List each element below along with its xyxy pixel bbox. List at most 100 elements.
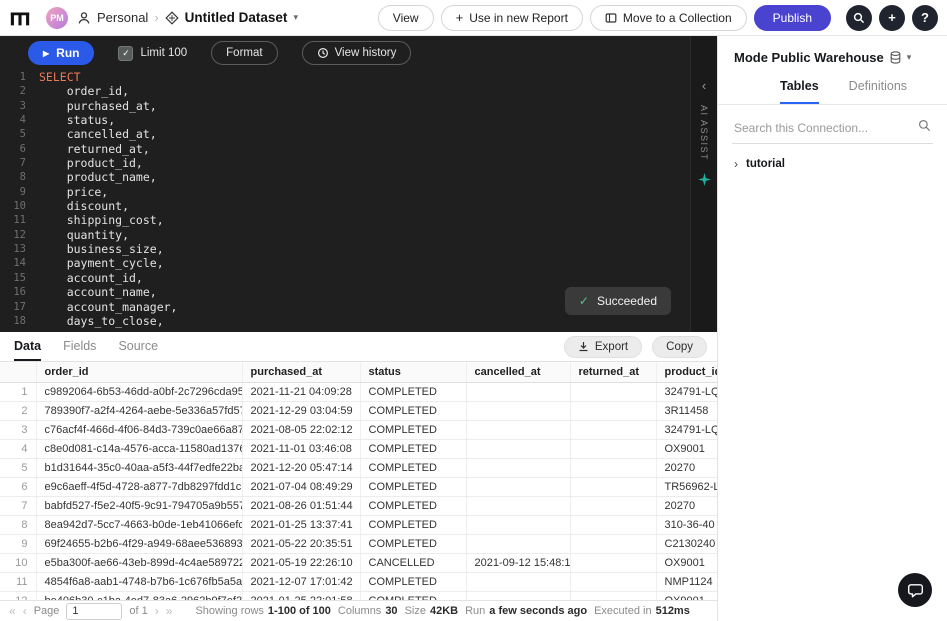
cell-product-id[interactable]: 324791-LQ (656, 420, 717, 440)
code-text[interactable]: payment_cycle, (39, 256, 164, 270)
help-button[interactable]: ? (912, 4, 938, 31)
cell-purchased-at[interactable]: 2021-01-25 13:37:41 (242, 515, 361, 535)
cell-purchased-at[interactable]: 2021-11-21 04:09:28 (242, 382, 361, 402)
cell-cancelled-at[interactable] (466, 420, 571, 440)
code-text[interactable]: business_size, (39, 242, 164, 256)
table-row[interactable]: 1 c9892064-6b53-46dd-a0bf-2c7296cda952 202… (0, 382, 717, 402)
row-number[interactable]: 9 (0, 534, 37, 554)
cell-product-id[interactable]: 20270 (656, 458, 717, 478)
code-line[interactable]: 6 returned_at, (0, 142, 690, 156)
table-row[interactable]: 12be406b30-c1ba-4ed7-83a6-2962b9f7ef2d20… (0, 591, 717, 600)
cell-status[interactable]: COMPLETED (360, 477, 467, 497)
code-text[interactable]: account_name, (39, 285, 157, 299)
col-header-product-id[interactable]: product_id (656, 362, 717, 383)
cell-status[interactable]: COMPLETED (360, 496, 467, 516)
cell-purchased-at[interactable]: 2021-12-20 05:47:14 (242, 458, 361, 478)
cell-status[interactable]: CANCELLED (360, 553, 467, 573)
tab-definitions[interactable]: Definitions (849, 79, 907, 104)
row-number[interactable]: 6 (0, 477, 37, 497)
cell-purchased-at[interactable]: 2021-01-25 22:01:58 (242, 591, 361, 600)
col-header-order-id[interactable]: order_id (36, 362, 243, 383)
search-button[interactable] (846, 4, 872, 31)
run-button[interactable]: ▶ Run (28, 41, 95, 65)
last-page-icon[interactable]: » (166, 604, 173, 618)
code-text[interactable]: cancelled_at, (39, 127, 157, 141)
code-line[interactable]: 13 business_size, (0, 242, 690, 256)
cell-returned-at[interactable] (570, 458, 657, 478)
cell-status[interactable]: COMPLETED (360, 515, 467, 535)
table-row[interactable]: 3 c76acf4f-466d-4f06-84d3-739c0ae66a87 202… (0, 420, 717, 440)
code-line[interactable]: 5 cancelled_at, (0, 127, 690, 141)
cell-returned-at[interactable] (570, 572, 657, 592)
cell-product-id[interactable]: 20270 (656, 496, 717, 516)
row-number[interactable]: 5 (0, 458, 37, 478)
cell-status[interactable]: COMPLETED (360, 591, 467, 600)
row-number[interactable]: 2 (0, 401, 37, 421)
cell-order-id[interactable]: e5ba300f-ae66-43eb-899d-4c4ae5897229 (36, 553, 243, 573)
cell-product-id[interactable]: 310-36-40 (656, 515, 717, 535)
code-line[interactable]: 14 payment_cycle, (0, 256, 690, 270)
code-text[interactable]: quantity, (39, 228, 129, 242)
first-page-icon[interactable]: « (9, 604, 16, 618)
table-row[interactable]: 11 4854f6a8-aab1-4748-b7b6-1c676fb5a5ad 20… (0, 572, 717, 592)
tab-data[interactable]: Data (14, 332, 42, 361)
cell-product-id[interactable]: C2130240 (656, 534, 717, 554)
export-button[interactable]: Export (563, 335, 643, 358)
code-text[interactable]: purchased_at, (39, 99, 157, 113)
cell-product-id[interactable]: 324791-LQ (656, 382, 717, 402)
previous-page-icon[interactable]: ‹ (23, 604, 27, 618)
cell-cancelled-at[interactable] (466, 591, 571, 600)
cell-status[interactable]: COMPLETED (360, 458, 467, 478)
cell-product-id[interactable]: OX9001 (656, 553, 717, 573)
copy-button[interactable]: Copy (652, 335, 707, 358)
cell-order-id[interactable]: 69f24655-b2b6-4f29-a949-68aee536893c (36, 534, 243, 554)
cell-returned-at[interactable] (570, 591, 657, 600)
cell-purchased-at[interactable]: 2021-08-26 01:51:44 (242, 496, 361, 516)
cell-returned-at[interactable] (570, 553, 657, 573)
cell-status[interactable]: COMPLETED (360, 534, 467, 554)
cell-purchased-at[interactable]: 2021-05-22 20:35:51 (242, 534, 361, 554)
move-to-collection-button[interactable]: Move to a Collection (589, 4, 747, 31)
cell-returned-at[interactable] (570, 515, 657, 535)
cell-cancelled-at[interactable] (466, 534, 571, 554)
cell-purchased-at[interactable]: 2021-12-07 17:01:42 (242, 572, 361, 592)
avatar[interactable]: PM (46, 6, 68, 29)
cell-returned-at[interactable] (570, 477, 657, 497)
dataset-caret-icon[interactable]: ▾ (293, 12, 298, 23)
table-row[interactable]: 5 b1d31644-35c0-40aa-a5f3-44f7edfe22ba 202… (0, 458, 717, 478)
connection-selector[interactable]: Mode Public Warehouse ▾ (718, 36, 947, 77)
table-row[interactable]: 6 e9c6aeff-4f5d-4728-a877-7db8297fdd1c 202… (0, 477, 717, 497)
table-row[interactable]: 8 8ea942d7-5cc7-4663-b0de-1eb41066efc0 202… (0, 515, 717, 535)
cell-order-id[interactable]: c9892064-6b53-46dd-a0bf-2c7296cda952 (36, 382, 243, 402)
code-text[interactable]: account_id, (39, 271, 143, 285)
code-text[interactable]: status, (39, 113, 115, 127)
code-line[interactable]: 15 account_id, (0, 271, 690, 285)
cell-cancelled-at[interactable] (466, 439, 571, 459)
code-line[interactable]: 4 status, (0, 113, 690, 127)
view-history-button[interactable]: View history (301, 41, 412, 65)
code-text[interactable]: price, (39, 185, 109, 199)
cell-purchased-at[interactable]: 2021-11-01 03:46:08 (242, 439, 361, 459)
cell-product-id[interactable]: OX9001 (656, 591, 717, 600)
limit-checkbox[interactable]: ✓ (118, 45, 134, 61)
cell-returned-at[interactable] (570, 401, 657, 421)
code-line[interactable]: 12 quantity, (0, 228, 690, 242)
cell-order-id[interactable]: 4854f6a8-aab1-4748-b7b6-1c676fb5a5ad (36, 572, 243, 592)
table-row[interactable]: 7 babfd527-f5e2-40f5-9c91-794705a9b557 202… (0, 496, 717, 516)
cell-order-id[interactable]: b1d31644-35c0-40aa-a5f3-44f7edfe22ba (36, 458, 243, 478)
cell-returned-at[interactable] (570, 496, 657, 516)
cell-cancelled-at[interactable] (466, 458, 571, 478)
cell-purchased-at[interactable]: 2021-08-05 22:02:12 (242, 420, 361, 440)
code-text[interactable]: order_id, (39, 84, 129, 98)
tab-source[interactable]: Source (118, 332, 158, 361)
row-number[interactable]: 10 (0, 553, 37, 573)
row-number[interactable]: 8 (0, 515, 37, 535)
ai-assist-tab[interactable]: AI ASSIST (699, 105, 709, 161)
cell-purchased-at[interactable]: 2021-07-04 08:49:29 (242, 477, 361, 497)
cell-order-id[interactable]: c8e0d081-c14a-4576-acca-11580ad13761 (36, 439, 243, 459)
cell-cancelled-at[interactable] (466, 515, 571, 535)
cell-status[interactable]: COMPLETED (360, 420, 467, 440)
cell-returned-at[interactable] (570, 420, 657, 440)
code-line[interactable]: 8 product_name, (0, 170, 690, 184)
code-line[interactable]: 10 discount, (0, 199, 690, 213)
